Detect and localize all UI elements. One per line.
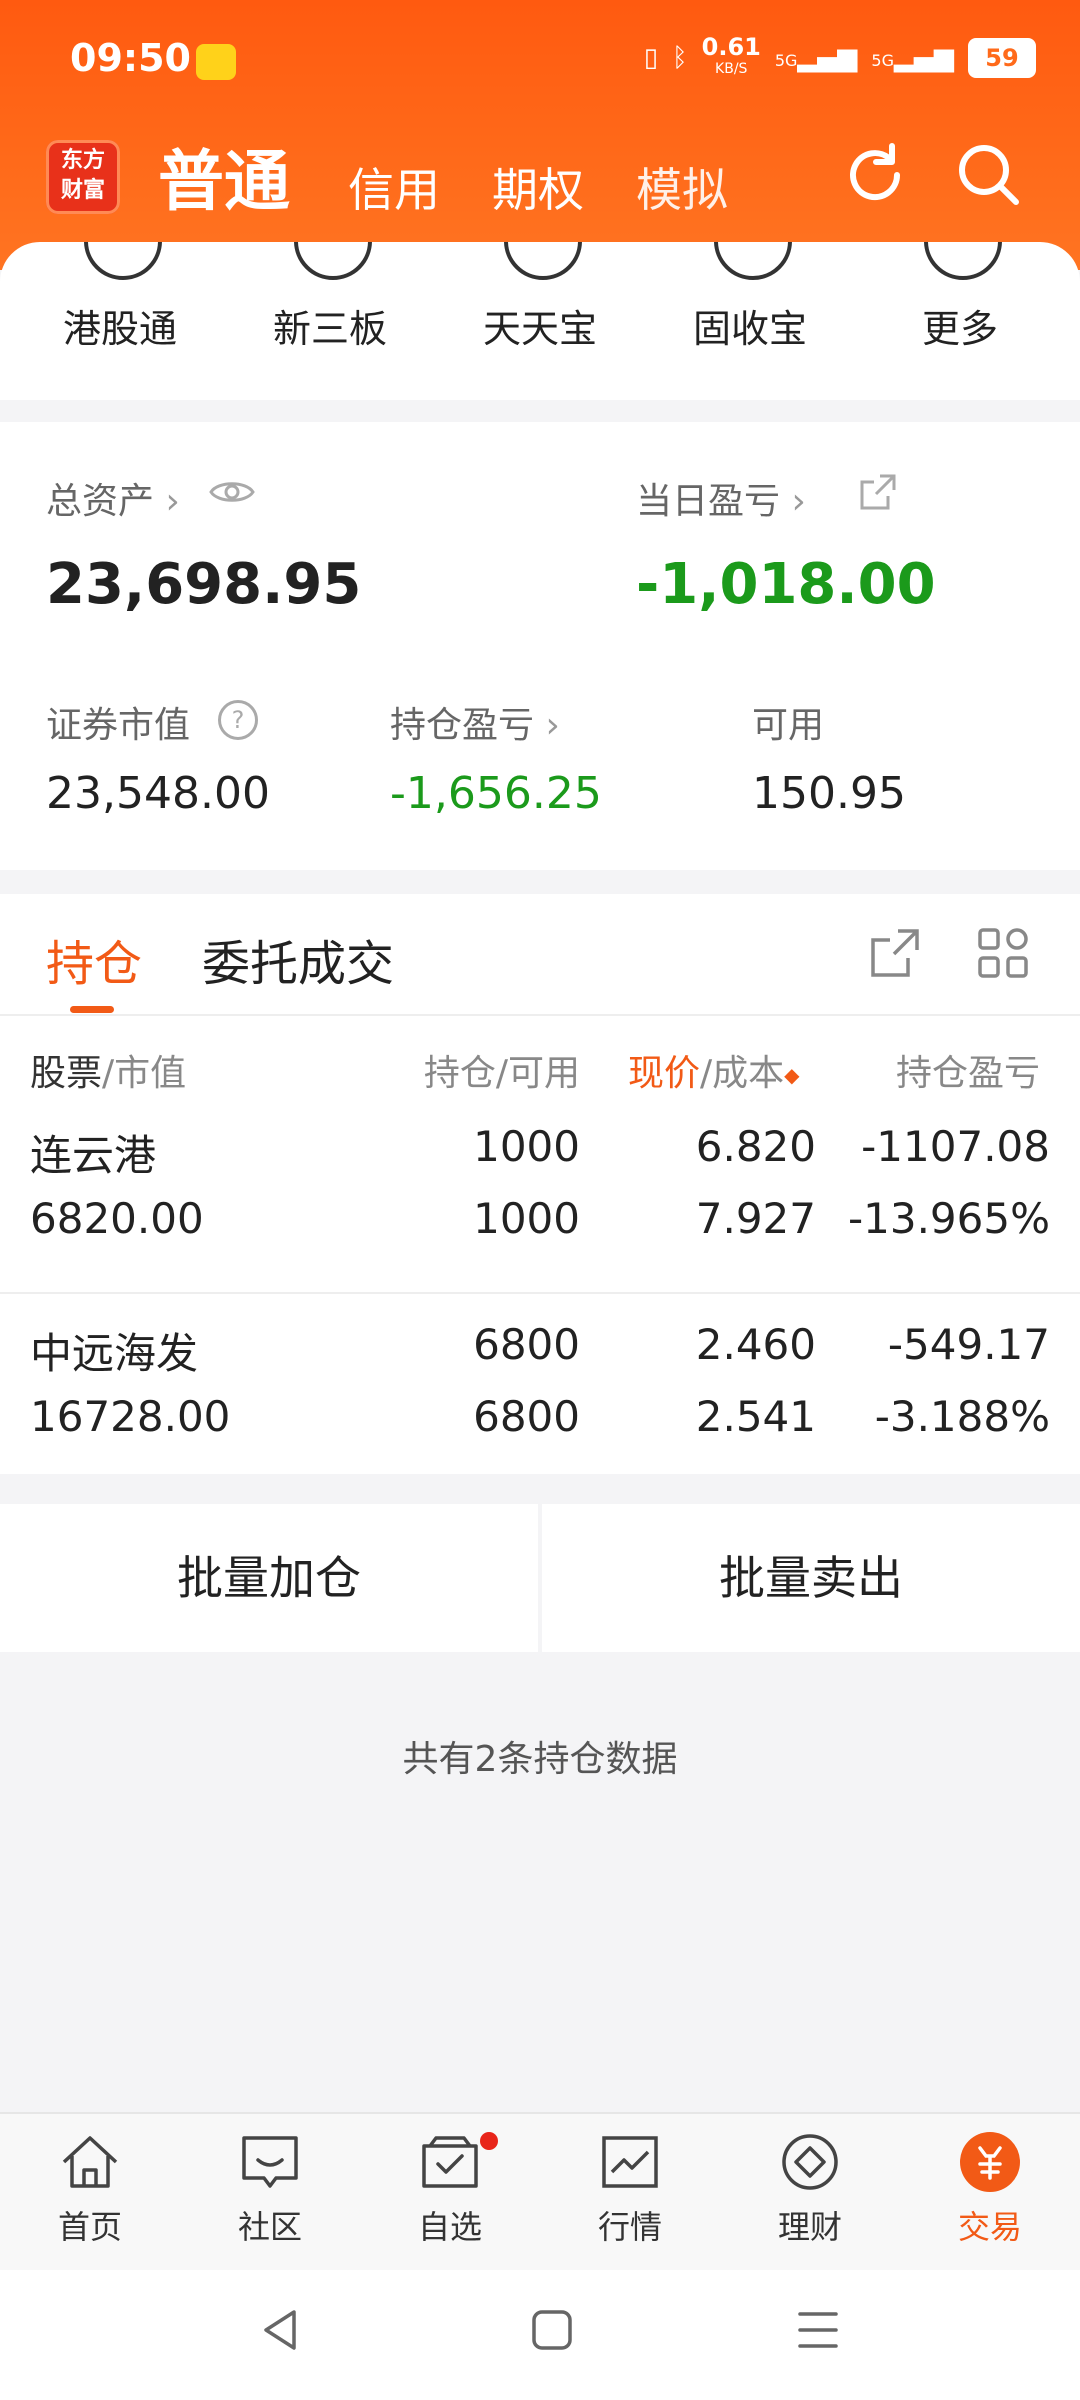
position-pl: -1107.08 [861,1122,1050,1171]
signal-icon: 5G▂▄▆ [774,43,858,73]
col-pl[interactable]: 持仓盈亏 [896,1044,1080,1096]
refresh-icon[interactable] [840,140,910,210]
holdings-panel: 持仓 委托成交 股票/市值 持仓/可用 现价/成本◆ 持仓盈亏 连云港 6820… [0,894,1080,1474]
stock-value: 6820.00 [30,1194,204,1243]
shortcut-hk-connect[interactable]: 港股通 [40,298,200,353]
stock-value: 16728.00 [30,1392,231,1441]
notification-app-icon [196,44,236,80]
trade-icon [960,2132,1020,2192]
position-qty: 1000 [473,1122,580,1171]
batch-add-button[interactable]: 批量加仓 [0,1504,538,1652]
batch-sell-button[interactable]: 批量卖出 [542,1504,1080,1652]
network-unit: KB/S [715,61,748,77]
tab-positions[interactable]: 持仓 [46,924,142,994]
nav-community[interactable]: 社区 [200,2132,340,2248]
nav-watchlist[interactable]: 自选 [380,2132,520,2248]
grid-icon[interactable] [976,926,1030,980]
table-row[interactable]: 连云港 6820.00 1000 1000 6.820 7.927 -1107.… [0,1122,1080,1272]
share-icon[interactable] [858,472,898,512]
hk-connect-icon [84,242,162,280]
search-icon[interactable] [954,140,1024,210]
export-icon[interactable] [868,926,922,980]
more-icon [924,242,1002,280]
total-assets-value: 23,698.95 [46,552,362,617]
back-icon[interactable] [260,2308,300,2352]
position-qty: 6800 [473,1320,580,1369]
network-speed: 0.61 [701,33,761,61]
holdings-count: 共有2条持仓数据 [402,1739,678,1780]
available-qty: 1000 [473,1194,580,1243]
table-row[interactable]: 中远海发 16728.00 6800 6800 2.460 2.541 -549… [0,1320,1080,1470]
fixed-income-icon [714,242,792,280]
nav-home[interactable]: 首页 [20,2132,160,2248]
market-value: 23,548.00 [46,768,270,819]
position-pl: -549.17 [887,1320,1050,1369]
shortcut-new-third-board[interactable]: 新三板 [250,298,410,353]
home-button-icon[interactable] [530,2308,574,2352]
position-pl-value: -1,656.25 [390,768,602,819]
tab-options[interactable]: 期权 [492,154,584,220]
current-price: 6.820 [695,1122,816,1171]
col-price[interactable]: 现价/成本◆ [628,1044,800,1096]
tab-underline [70,1006,114,1013]
status-icons: ▯ ᛒ 0.61 KB/S 5G▂▄▆ 5G▂▄▆ 59 [643,33,1036,80]
chart-icon [602,2136,658,2188]
chat-icon [242,2136,298,2188]
bottom-nav: 首页 社区 自选 行情 理财 交易 [0,2112,1080,2272]
notification-dot [480,2132,498,2150]
stock-name: 中远海发 [30,1329,199,1378]
available-label: 可用 [752,705,825,746]
bluetooth-icon: ᛒ [672,43,688,73]
tab-credit[interactable]: 信用 [348,154,440,220]
vibrate-icon: ▯ [643,43,659,73]
market-value-label: 证券市值 [46,705,191,746]
watchlist-icon [422,2136,478,2188]
app-logo[interactable]: 东方 财富 [46,140,120,214]
position-pl-pct: -3.188% [874,1392,1050,1441]
daily-pl-value: -1,018.00 [636,552,936,617]
asset-summary: 总资产 › 23,698.95 当日盈亏 › -1,018.00 证券市值 ? … [0,422,1080,870]
tiantianbao-icon [504,242,582,280]
new-third-board-icon [294,242,372,280]
total-assets-label[interactable]: 总资产 › [46,472,180,524]
tab-normal[interactable]: 普通 [158,128,290,224]
home-icon [62,2136,118,2188]
shortcut-fixed-income[interactable]: 固收宝 [670,298,830,353]
system-nav-bar [0,2270,1080,2400]
col-stock[interactable]: 股票/市值 [30,1044,186,1096]
signal-icon-2: 5G▂▄▆ [871,43,954,73]
tab-simulate[interactable]: 模拟 [636,154,728,220]
nav-wealth[interactable]: 理财 [740,2132,880,2248]
current-price: 2.460 [695,1320,816,1369]
shortcut-tiantianbao[interactable]: 天天宝 [460,298,620,353]
menu-icon[interactable] [796,2310,840,2350]
battery-icon: 59 [968,38,1036,78]
tab-orders[interactable]: 委托成交 [202,924,394,994]
eye-icon[interactable] [208,476,256,508]
sort-icon: ◆ [784,1063,800,1087]
col-position[interactable]: 持仓/可用 [360,1044,580,1096]
available-qty: 6800 [473,1392,580,1441]
wealth-icon [782,2134,838,2190]
nav-trade[interactable]: 交易 [920,2132,1060,2248]
shortcut-more[interactable]: 更多 [880,298,1040,353]
position-pl-label[interactable]: 持仓盈亏 › [390,696,560,748]
shortcut-bar: 港股通 新三板 天天宝 固收宝 更多 [0,242,1080,400]
stock-name: 连云港 [30,1131,157,1180]
app-header: 09:50 ▯ ᛒ 0.61 KB/S 5G▂▄▆ 5G▂▄▆ 59 东方 财富… [0,0,1080,270]
cost-price: 2.541 [695,1392,816,1441]
cost-price: 7.927 [695,1194,816,1243]
daily-pl-label[interactable]: 当日盈亏 › [636,472,806,524]
available-value: 150.95 [752,768,906,819]
position-pl-pct: -13.965% [847,1194,1050,1243]
help-icon[interactable]: ? [218,700,258,740]
nav-market[interactable]: 行情 [560,2132,700,2248]
status-time: 09:50 [70,36,191,80]
